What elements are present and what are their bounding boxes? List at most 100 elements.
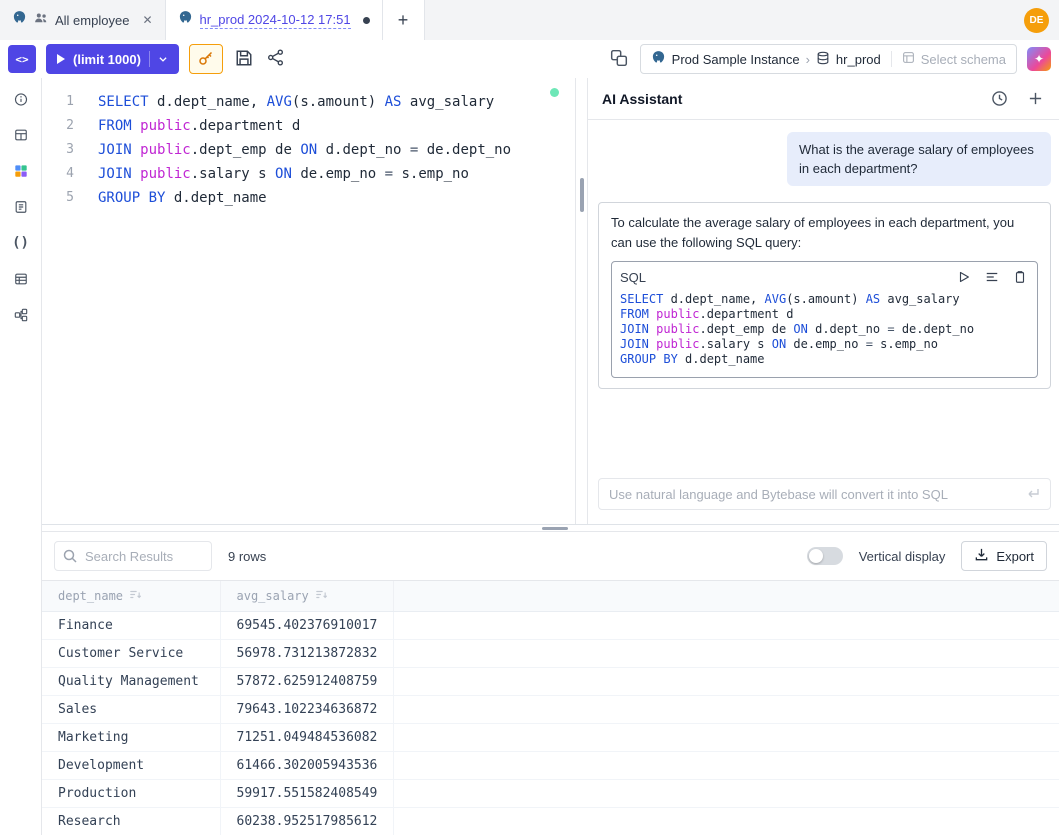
code-line: 2FROM public.department d <box>42 114 575 138</box>
cell-filler <box>394 807 1059 835</box>
tab-bar: All employee ✕ hr_prod 2024-10-12 17:51 … <box>0 0 1059 40</box>
data-table-icon[interactable] <box>8 266 34 292</box>
column-header-dept-name[interactable]: dept_name <box>42 581 220 611</box>
share-button[interactable] <box>265 47 286 71</box>
cell-dept-name: Sales <box>42 695 220 723</box>
connection-breadcrumb[interactable]: Prod Sample Instance › hr_prod Select sc… <box>640 44 1017 74</box>
info-icon[interactable] <box>8 86 34 112</box>
bytebase-sql-editor-app: All employee ✕ hr_prod 2024-10-12 17:51 … <box>0 0 1059 835</box>
ai-prompt-input[interactable] <box>598 478 1051 510</box>
cell-avg-salary: 69545.402376910017 <box>220 611 394 639</box>
postgres-icon <box>178 10 193 30</box>
switch-connection-button[interactable] <box>608 47 630 72</box>
editor-row: 1SELECT d.dept_name, AVG(s.amount) AS av… <box>42 78 1059 524</box>
assistant-intro-text: To calculate the average salary of emplo… <box>611 213 1038 253</box>
chevron-down-icon[interactable] <box>158 52 168 67</box>
cell-filler <box>394 779 1059 807</box>
code-line: JOIN public.salary s ON de.emp_no = s.em… <box>620 337 1029 352</box>
line-number: 4 <box>42 162 90 186</box>
column-header-filler <box>394 581 1059 611</box>
horizontal-splitter[interactable] <box>42 524 1059 532</box>
table-schema-icon[interactable] <box>8 122 34 148</box>
ai-key-button[interactable] <box>189 44 223 74</box>
table-row[interactable]: Sales79643.102234636872 <box>42 695 1059 723</box>
new-tab-button[interactable]: + <box>383 0 425 40</box>
search-results-box <box>54 541 212 571</box>
sort-icon[interactable] <box>315 588 328 604</box>
sheet-icon[interactable] <box>8 194 34 220</box>
run-sql-icon[interactable] <box>955 268 973 286</box>
editor-and-results: 1SELECT d.dept_name, AVG(s.amount) AS av… <box>42 78 1059 835</box>
table-header-row: dept_name avg_salary <box>42 581 1059 611</box>
sort-icon[interactable] <box>129 588 142 604</box>
cell-dept-name: Research <box>42 807 220 835</box>
results-table: dept_name avg_salary Finance69545.402376… <box>42 580 1059 835</box>
button-divider <box>149 51 150 67</box>
table-row[interactable]: Customer Service56978.731213872832 <box>42 639 1059 667</box>
close-tab-icon[interactable]: ✕ <box>142 13 152 27</box>
sql-editor[interactable]: 1SELECT d.dept_name, AVG(s.amount) AS av… <box>42 78 575 524</box>
sql-editor-code: 1SELECT d.dept_name, AVG(s.amount) AS av… <box>42 90 575 210</box>
user-message-bubble: What is the average salary of employees … <box>787 132 1051 186</box>
format-sql-icon[interactable] <box>983 268 1001 286</box>
search-icon <box>62 548 78 569</box>
ai-plugin-icon[interactable]: ✦ <box>1027 47 1051 71</box>
ai-panel-title: AI Assistant <box>602 91 682 107</box>
column-header-avg-salary[interactable]: avg_salary <box>220 581 394 611</box>
new-chat-plus-icon[interactable] <box>1026 89 1045 108</box>
sql-block-label: SQL <box>620 270 646 285</box>
vertical-display-toggle[interactable] <box>807 547 843 565</box>
run-query-button[interactable]: (limit 1000) <box>46 44 179 74</box>
sidebar-toggle-button[interactable]: <> <box>8 45 36 73</box>
tab-all-employee[interactable]: All employee ✕ <box>0 0 166 40</box>
toggle-knob <box>809 549 823 563</box>
user-avatar[interactable]: DE <box>1024 8 1049 33</box>
cell-avg-salary: 56978.731213872832 <box>220 639 394 667</box>
tabbar-spacer <box>425 0 1024 40</box>
enter-key-icon <box>1025 486 1041 507</box>
export-button[interactable]: Export <box>961 541 1047 571</box>
splitter-handle[interactable] <box>580 178 584 212</box>
braces-icon[interactable]: () <box>8 230 34 256</box>
code-line: GROUP BY d.dept_name <box>620 352 1029 367</box>
download-icon <box>974 547 989 565</box>
line-number: 3 <box>42 138 90 162</box>
postgres-icon <box>651 50 666 68</box>
cell-dept-name: Finance <box>42 611 220 639</box>
breadcrumb-separator: › <box>806 52 810 67</box>
ai-assistant-panel: AI Assistant What is the average salary … <box>588 78 1059 524</box>
table-row[interactable]: Production59917.551582408549 <box>42 779 1059 807</box>
line-number: 5 <box>42 186 90 210</box>
tab-hr-prod[interactable]: hr_prod 2024-10-12 17:51 <box>166 0 383 40</box>
table-row[interactable]: Research60238.952517985612 <box>42 807 1059 835</box>
vertical-splitter[interactable] <box>575 78 588 524</box>
save-button[interactable] <box>233 47 255 72</box>
cell-dept-name: Marketing <box>42 723 220 751</box>
history-clock-icon[interactable] <box>989 88 1010 109</box>
play-icon <box>57 54 65 64</box>
cell-dept-name: Customer Service <box>42 639 220 667</box>
code-line: FROM public.department d <box>620 307 1029 322</box>
cell-filler <box>394 611 1059 639</box>
left-icon-rail: () <box>0 78 42 835</box>
switch-connection-icon <box>610 49 628 70</box>
table-row[interactable]: Marketing71251.049484536082 <box>42 723 1059 751</box>
cell-dept-name: Quality Management <box>42 667 220 695</box>
table-row[interactable]: Quality Management57872.625912408759 <box>42 667 1059 695</box>
group-icon <box>34 11 48 30</box>
unsaved-indicator-dot <box>363 17 370 24</box>
colored-schema-diagram-icon[interactable] <box>8 158 34 184</box>
cell-avg-salary: 61466.302005943536 <box>220 751 394 779</box>
copy-sql-icon[interactable] <box>1011 268 1029 286</box>
select-schema-placeholder[interactable]: Select schema <box>921 52 1006 67</box>
table-row[interactable]: Finance69545.402376910017 <box>42 611 1059 639</box>
code-line: JOIN public.dept_emp de ON d.dept_no = d… <box>620 322 1029 337</box>
run-limit-label: (limit 1000) <box>73 52 141 67</box>
splitter-handle[interactable] <box>542 527 568 530</box>
sql-code-block: SQL SELECT d.dept_name, AVG(s.amount) AS… <box>611 261 1038 378</box>
cell-avg-salary: 79643.102234636872 <box>220 695 394 723</box>
table-row[interactable]: Development61466.302005943536 <box>42 751 1059 779</box>
ai-sql-code: SELECT d.dept_name, AVG(s.amount) AS avg… <box>620 292 1029 367</box>
breadcrumb-divider <box>891 51 892 67</box>
workflow-icon[interactable] <box>8 302 34 328</box>
